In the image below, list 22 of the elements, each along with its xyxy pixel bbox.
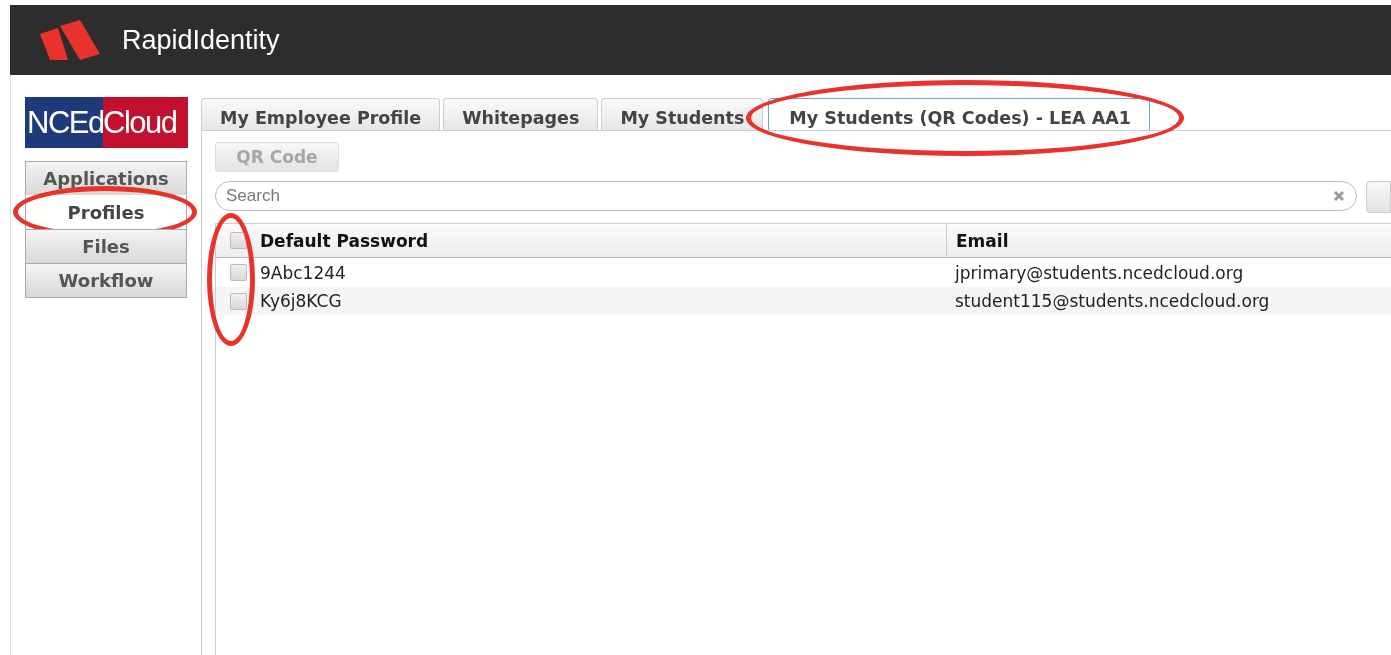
clear-icon[interactable] — [1333, 190, 1345, 202]
table-cell-text: jprimary@students.ncedcloud.org — [953, 262, 1244, 283]
tab[interactable]: Whitepages — [443, 98, 599, 130]
table-cell-text: Ky6j8KCG — [260, 291, 343, 311]
nav-button[interactable]: Workflow — [25, 263, 187, 298]
row-checkbox[interactable] — [229, 264, 247, 281]
column-header[interactable]: Email — [946, 224, 1009, 257]
tab[interactable]: My Students (QR Codes) - LEA AA1 — [768, 98, 1150, 130]
nav-button[interactable]: Files — [25, 229, 187, 264]
search-field[interactable]: Search — [215, 181, 1357, 211]
tab[interactable]: My Students — [601, 98, 764, 130]
row-checkbox[interactable] — [229, 292, 247, 310]
select-all-checkbox[interactable] — [229, 232, 247, 249]
logo-text: NCEd — [25, 97, 103, 148]
column-header[interactable]: Default Password — [260, 224, 946, 257]
tab[interactable]: My Employee Profile — [201, 98, 441, 130]
logo-icon — [38, 20, 100, 60]
app-title: RapidIdentity — [122, 24, 280, 56]
table-cell-text: student115@students.ncedcloud.org — [954, 291, 1270, 311]
search-button[interactable] — [1366, 181, 1391, 213]
table-cell-text: 9Abc1244 — [260, 262, 347, 283]
logo-text: Cloud — [103, 97, 188, 148]
